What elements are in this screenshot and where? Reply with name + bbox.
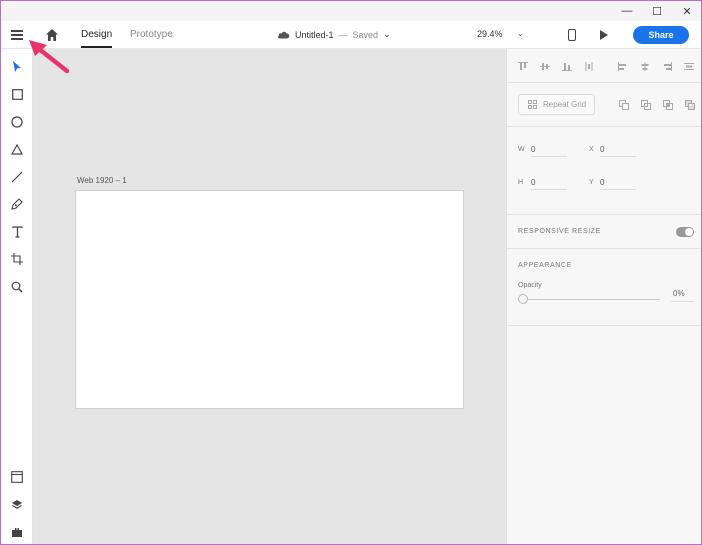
minimize-button[interactable]: —: [613, 1, 641, 21]
repeat-grid-section: Repeat Grid: [507, 83, 701, 127]
select-icon[interactable]: [10, 60, 24, 74]
tab-prototype[interactable]: Prototype: [130, 29, 173, 40]
pen-icon[interactable]: [10, 197, 24, 211]
triangle-icon[interactable]: [10, 142, 24, 156]
line-icon[interactable]: [10, 170, 24, 184]
hamburger-menu-icon[interactable]: [11, 30, 23, 40]
align-left-icon[interactable]: [618, 62, 628, 71]
boolean-subtract-icon[interactable]: [641, 100, 651, 110]
height-label: H: [518, 179, 524, 186]
boolean-add-icon[interactable]: [619, 100, 629, 110]
responsive-resize-section: RESPONSIVE RESIZE: [507, 215, 701, 249]
opacity-slider-handle[interactable]: [518, 294, 528, 304]
app-bar: Design Prototype Untitled-1 — Saved ⌄ 29…: [1, 21, 701, 49]
x-label: X: [589, 146, 594, 153]
align-middle-icon[interactable]: [540, 62, 550, 71]
zoom-icon[interactable]: [10, 280, 24, 294]
boolean-intersect-icon[interactable]: [663, 100, 673, 110]
text-icon[interactable]: [10, 225, 24, 239]
opacity-label: Opacity: [518, 282, 542, 289]
dimensions-section: W 0 X 0 H 0 Y 0: [507, 127, 701, 215]
responsive-resize-toggle[interactable]: [676, 227, 694, 237]
maximize-button[interactable]: ☐: [643, 1, 671, 21]
layers-icon[interactable]: [10, 498, 24, 512]
chevron-down-icon[interactable]: ⌄: [383, 29, 391, 40]
app-window: — ☐ ✕ Design Prototype Untitled-1 — Save…: [0, 0, 702, 545]
document-separator: —: [338, 29, 348, 40]
canvas[interactable]: Web 1920 – 1: [33, 49, 506, 544]
repeat-grid-button[interactable]: Repeat Grid: [518, 94, 595, 115]
close-button[interactable]: ✕: [673, 1, 701, 21]
height-field[interactable]: 0: [531, 178, 567, 190]
appearance-label: APPEARANCE: [518, 262, 572, 269]
artboard[interactable]: [75, 190, 464, 409]
y-label: Y: [589, 179, 594, 186]
align-center-icon[interactable]: [640, 62, 650, 71]
y-field[interactable]: 0: [600, 178, 636, 190]
width-field[interactable]: 0: [531, 145, 567, 157]
width-label: W: [518, 146, 525, 153]
property-inspector: Repeat Grid W 0 X 0 H 0 Y 0 RESPONSIVE R…: [506, 49, 701, 544]
align-right-icon[interactable]: [662, 62, 672, 71]
document-title[interactable]: Untitled-1 — Saved ⌄: [277, 29, 391, 40]
align-bottom-icon[interactable]: [562, 62, 572, 71]
align-top-icon[interactable]: [518, 62, 528, 71]
rectangle-icon[interactable]: [10, 87, 24, 101]
opacity-value[interactable]: 0%: [673, 289, 685, 298]
tab-design[interactable]: Design: [81, 29, 113, 48]
zoom-chevron-down-icon[interactable]: ⌄: [517, 29, 524, 38]
repeat-grid-icon: [528, 100, 537, 109]
ellipse-icon[interactable]: [10, 115, 24, 129]
zoom-level[interactable]: 29.4%: [477, 29, 503, 39]
annotation-arrow-icon: [29, 40, 70, 74]
align-toolbar: [507, 49, 701, 83]
boolean-exclude-icon[interactable]: [685, 100, 695, 110]
plugins-icon[interactable]: [10, 525, 24, 539]
opacity-value-underline: [671, 301, 694, 302]
save-status: Saved: [352, 29, 379, 40]
distribute-horizontal-icon[interactable]: [684, 62, 694, 71]
assets-icon[interactable]: [10, 470, 24, 484]
cloud-icon: [278, 31, 290, 39]
repeat-grid-label: Repeat Grid: [543, 100, 587, 109]
appearance-section: APPEARANCE Opacity 0%: [507, 249, 701, 326]
play-icon[interactable]: [600, 30, 608, 40]
document-name: Untitled-1: [295, 29, 334, 40]
device-preview-icon[interactable]: [568, 29, 576, 41]
artboard-label[interactable]: Web 1920 – 1: [77, 176, 127, 185]
distribute-vertical-icon[interactable]: [584, 62, 594, 71]
artboard-icon[interactable]: [10, 252, 24, 266]
title-bar: — ☐ ✕: [1, 1, 701, 21]
tool-bar: [1, 49, 33, 544]
responsive-resize-label: RESPONSIVE RESIZE: [518, 228, 601, 235]
share-button[interactable]: Share: [633, 26, 689, 44]
x-field[interactable]: 0: [600, 145, 636, 157]
opacity-slider-track[interactable]: [523, 299, 660, 300]
